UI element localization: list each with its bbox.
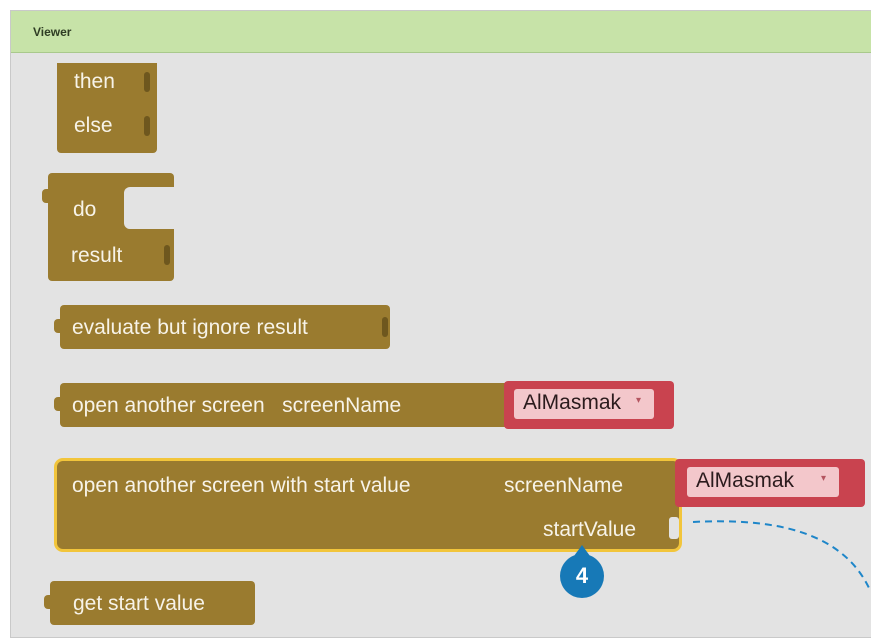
screen-name-param-label: screenName (504, 474, 624, 497)
open-screen-block[interactable]: open another screen screenName (54, 383, 510, 427)
evaluate-ignore-block[interactable]: evaluate but ignore result (54, 305, 390, 349)
viewer-panel: Viewer then else do result evaluate but … (10, 10, 871, 638)
callout-connector (692, 520, 870, 589)
get-start-left-tab (44, 595, 52, 609)
do-result-left-tab (42, 189, 50, 203)
start-value-param-label: startValue (543, 518, 636, 541)
then-label: then (74, 70, 115, 93)
open-screen-start-label: open another screen with start value (72, 474, 411, 497)
then-else-block[interactable]: then else (57, 63, 157, 153)
evaluate-label: evaluate but ignore result (72, 316, 308, 339)
dropdown-arrow-icon: ▾ (636, 395, 642, 406)
result-socket (164, 245, 170, 265)
screen-name-text-block-2[interactable]: AlMasmak ▾ (675, 459, 865, 507)
viewer-title: Viewer (33, 25, 72, 39)
screen-name-dropdown[interactable]: AlMasmak ▾ (514, 389, 654, 419)
screen-name-text-block[interactable]: AlMasmak ▾ (504, 381, 674, 429)
do-label: do (73, 198, 97, 221)
open-screen-left-tab (54, 397, 62, 411)
open-screen-label: open another screen screenName (72, 395, 401, 416)
screen-name-value: AlMasmak (523, 391, 622, 414)
get-start-value-block[interactable]: get start value (44, 581, 255, 625)
open-screen-text: open another screen (72, 394, 265, 417)
result-label: result (71, 244, 123, 267)
open-screen-param: screenName (282, 394, 402, 417)
viewer-header: Viewer (11, 11, 871, 53)
get-start-label: get start value (73, 592, 205, 615)
open-screen-start-block[interactable]: open another screen with start value scr… (57, 461, 679, 549)
start-value-socket[interactable] (669, 517, 679, 539)
then-socket (144, 72, 150, 92)
screen-name-value-2: AlMasmak (696, 469, 795, 492)
evaluate-socket (382, 317, 388, 337)
do-result-block[interactable]: do result (42, 173, 184, 281)
else-socket (144, 116, 150, 136)
blocks-workspace[interactable]: then else do result evaluate but ignore … (11, 53, 871, 637)
else-label: else (74, 114, 113, 137)
callout-badge: 4 (560, 554, 604, 598)
evaluate-left-tab (54, 319, 62, 333)
screen-name-dropdown-2[interactable]: AlMasmak ▾ (687, 467, 839, 497)
do-statement-slot (124, 187, 184, 229)
dropdown-arrow-icon-2: ▾ (821, 473, 827, 484)
